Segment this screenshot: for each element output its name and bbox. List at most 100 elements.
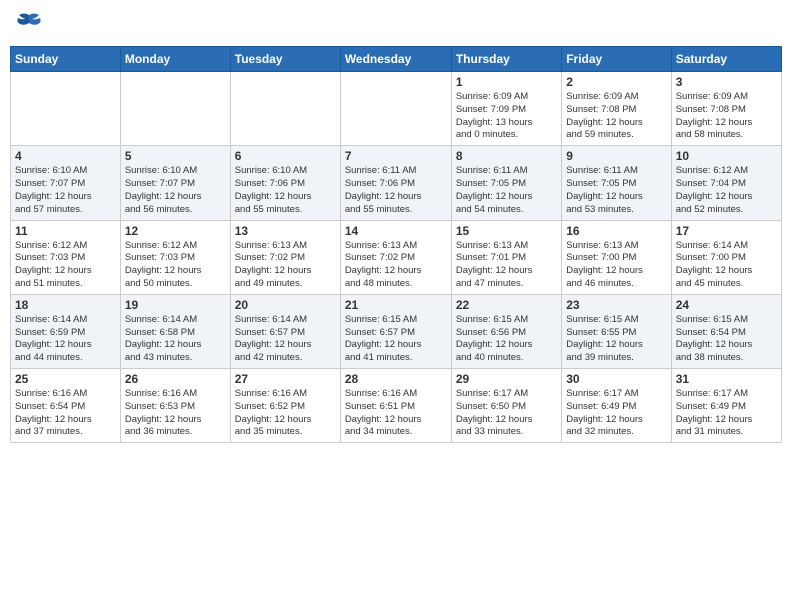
day-number: 31 — [676, 372, 777, 386]
day-content: Sunrise: 6:17 AM Sunset: 6:49 PM Dayligh… — [566, 388, 666, 439]
calendar-cell: 14 Sunrise: 6:13 AM Sunset: 7:02 PM Dayli… — [340, 220, 451, 294]
calendar-cell: 1 Sunrise: 6:09 AM Sunset: 7:09 PM Daylig… — [451, 72, 561, 146]
calendar-cell: 20Sunrise: 6:14 AM Sunset: 6:57 PM Dayli… — [230, 294, 340, 368]
day-number: 5 — [125, 149, 226, 163]
calendar-cell: 24Sunrise: 6:15 AM Sunset: 6:54 PM Dayli… — [671, 294, 781, 368]
calendar-cell: 9 Sunrise: 6:11 AM Sunset: 7:05 PM Daylig… — [562, 146, 671, 220]
day-number: 15 — [456, 224, 557, 238]
day-content: Sunrise: 6:10 AM Sunset: 7:06 PM Dayligh… — [235, 165, 336, 216]
day-number: 19 — [125, 298, 226, 312]
calendar-cell: 6Sunrise: 6:10 AM Sunset: 7:06 PM Daylig… — [230, 146, 340, 220]
day-number: 7 — [345, 149, 447, 163]
day-number: 11 — [15, 224, 116, 238]
day-content: Sunrise: 6:10 AM Sunset: 7:07 PM Dayligh… — [15, 165, 116, 216]
day-number: 9 — [566, 149, 666, 163]
logo — [14, 10, 48, 40]
day-content: Sunrise: 6:12 AM Sunset: 7:03 PM Dayligh… — [15, 240, 116, 291]
day-number: 26 — [125, 372, 226, 386]
day-number: 30 — [566, 372, 666, 386]
day-header-thursday: Thursday — [451, 47, 561, 72]
day-number: 12 — [125, 224, 226, 238]
calendar-cell: 12 Sunrise: 6:12 AM Sunset: 7:03 PM Dayli… — [120, 220, 230, 294]
day-content: Sunrise: 6:12 AM Sunset: 7:04 PM Dayligh… — [676, 165, 777, 216]
calendar-cell: 7 Sunrise: 6:11 AM Sunset: 7:06 PM Daylig… — [340, 146, 451, 220]
day-content: Sunrise: 6:11 AM Sunset: 7:06 PM Dayligh… — [345, 165, 447, 216]
day-number: 14 — [345, 224, 447, 238]
day-content: Sunrise: 6:11 AM Sunset: 7:05 PM Dayligh… — [566, 165, 666, 216]
week-row-5: 25Sunrise: 6:16 AM Sunset: 6:54 PM Dayli… — [11, 369, 782, 443]
calendar-cell: 28 Sunrise: 6:16 AM Sunset: 6:51 PM Dayli… — [340, 369, 451, 443]
day-number: 3 — [676, 75, 777, 89]
day-number: 29 — [456, 372, 557, 386]
calendar-cell: 4 Sunrise: 6:10 AM Sunset: 7:07 PM Daylig… — [11, 146, 121, 220]
page-header — [10, 10, 782, 40]
day-content: Sunrise: 6:13 AM Sunset: 7:02 PM Dayligh… — [345, 240, 447, 291]
calendar-cell: 25Sunrise: 6:16 AM Sunset: 6:54 PM Dayli… — [11, 369, 121, 443]
day-content: Sunrise: 6:09 AM Sunset: 7:09 PM Dayligh… — [456, 91, 557, 142]
day-number: 27 — [235, 372, 336, 386]
day-number: 28 — [345, 372, 447, 386]
calendar-cell — [340, 72, 451, 146]
day-number: 23 — [566, 298, 666, 312]
calendar-table: SundayMondayTuesdayWednesdayThursdayFrid… — [10, 46, 782, 443]
calendar-cell: 29Sunrise: 6:17 AM Sunset: 6:50 PM Dayli… — [451, 369, 561, 443]
calendar-cell: 2 Sunrise: 6:09 AM Sunset: 7:08 PM Daylig… — [562, 72, 671, 146]
day-content: Sunrise: 6:13 AM Sunset: 7:00 PM Dayligh… — [566, 240, 666, 291]
day-content: Sunrise: 6:09 AM Sunset: 7:08 PM Dayligh… — [676, 91, 777, 142]
day-number: 10 — [676, 149, 777, 163]
calendar-cell: 23 Sunrise: 6:15 AM Sunset: 6:55 PM Dayli… — [562, 294, 671, 368]
calendar-cell: 31 Sunrise: 6:17 AM Sunset: 6:49 PM Dayli… — [671, 369, 781, 443]
day-content: Sunrise: 6:09 AM Sunset: 7:08 PM Dayligh… — [566, 91, 666, 142]
header-row: SundayMondayTuesdayWednesdayThursdayFrid… — [11, 47, 782, 72]
calendar-cell: 5 Sunrise: 6:10 AM Sunset: 7:07 PM Daylig… — [120, 146, 230, 220]
calendar-cell: 21 Sunrise: 6:15 AM Sunset: 6:57 PM Dayli… — [340, 294, 451, 368]
day-content: Sunrise: 6:13 AM Sunset: 7:01 PM Dayligh… — [456, 240, 557, 291]
day-content: Sunrise: 6:16 AM Sunset: 6:53 PM Dayligh… — [125, 388, 226, 439]
day-content: Sunrise: 6:12 AM Sunset: 7:03 PM Dayligh… — [125, 240, 226, 291]
day-number: 4 — [15, 149, 116, 163]
day-number: 16 — [566, 224, 666, 238]
calendar-cell: 15 Sunrise: 6:13 AM Sunset: 7:01 PM Dayli… — [451, 220, 561, 294]
day-content: Sunrise: 6:16 AM Sunset: 6:51 PM Dayligh… — [345, 388, 447, 439]
day-content: Sunrise: 6:15 AM Sunset: 6:55 PM Dayligh… — [566, 314, 666, 365]
day-content: Sunrise: 6:14 AM Sunset: 7:00 PM Dayligh… — [676, 240, 777, 291]
day-number: 1 — [456, 75, 557, 89]
day-header-monday: Monday — [120, 47, 230, 72]
calendar-cell: 26 Sunrise: 6:16 AM Sunset: 6:53 PM Dayli… — [120, 369, 230, 443]
calendar-cell: 3 Sunrise: 6:09 AM Sunset: 7:08 PM Daylig… — [671, 72, 781, 146]
day-content: Sunrise: 6:11 AM Sunset: 7:05 PM Dayligh… — [456, 165, 557, 216]
calendar-cell: 11 Sunrise: 6:12 AM Sunset: 7:03 PM Dayli… — [11, 220, 121, 294]
day-number: 21 — [345, 298, 447, 312]
day-number: 8 — [456, 149, 557, 163]
day-number: 13 — [235, 224, 336, 238]
day-content: Sunrise: 6:15 AM Sunset: 6:54 PM Dayligh… — [676, 314, 777, 365]
day-number: 25 — [15, 372, 116, 386]
day-content: Sunrise: 6:13 AM Sunset: 7:02 PM Dayligh… — [235, 240, 336, 291]
calendar-cell: 8 Sunrise: 6:11 AM Sunset: 7:05 PM Daylig… — [451, 146, 561, 220]
week-row-4: 18 Sunrise: 6:14 AM Sunset: 6:59 PM Dayli… — [11, 294, 782, 368]
calendar-cell: 10 Sunrise: 6:12 AM Sunset: 7:04 PM Dayli… — [671, 146, 781, 220]
day-content: Sunrise: 6:10 AM Sunset: 7:07 PM Dayligh… — [125, 165, 226, 216]
calendar-cell: 27Sunrise: 6:16 AM Sunset: 6:52 PM Dayli… — [230, 369, 340, 443]
day-header-saturday: Saturday — [671, 47, 781, 72]
day-content: Sunrise: 6:14 AM Sunset: 6:59 PM Dayligh… — [15, 314, 116, 365]
day-number: 18 — [15, 298, 116, 312]
week-row-3: 11 Sunrise: 6:12 AM Sunset: 7:03 PM Dayli… — [11, 220, 782, 294]
day-content: Sunrise: 6:15 AM Sunset: 6:56 PM Dayligh… — [456, 314, 557, 365]
week-row-2: 4 Sunrise: 6:10 AM Sunset: 7:07 PM Daylig… — [11, 146, 782, 220]
calendar-cell: 19Sunrise: 6:14 AM Sunset: 6:58 PM Dayli… — [120, 294, 230, 368]
logo-icon — [14, 10, 44, 40]
day-content: Sunrise: 6:15 AM Sunset: 6:57 PM Dayligh… — [345, 314, 447, 365]
calendar-cell: 13 Sunrise: 6:13 AM Sunset: 7:02 PM Dayli… — [230, 220, 340, 294]
day-header-friday: Friday — [562, 47, 671, 72]
calendar-cell — [120, 72, 230, 146]
day-number: 2 — [566, 75, 666, 89]
day-header-tuesday: Tuesday — [230, 47, 340, 72]
calendar-cell: 18 Sunrise: 6:14 AM Sunset: 6:59 PM Dayli… — [11, 294, 121, 368]
calendar-cell: 22Sunrise: 6:15 AM Sunset: 6:56 PM Dayli… — [451, 294, 561, 368]
day-content: Sunrise: 6:17 AM Sunset: 6:49 PM Dayligh… — [676, 388, 777, 439]
day-header-wednesday: Wednesday — [340, 47, 451, 72]
calendar-cell: 17Sunrise: 6:14 AM Sunset: 7:00 PM Dayli… — [671, 220, 781, 294]
calendar-cell — [230, 72, 340, 146]
day-header-sunday: Sunday — [11, 47, 121, 72]
